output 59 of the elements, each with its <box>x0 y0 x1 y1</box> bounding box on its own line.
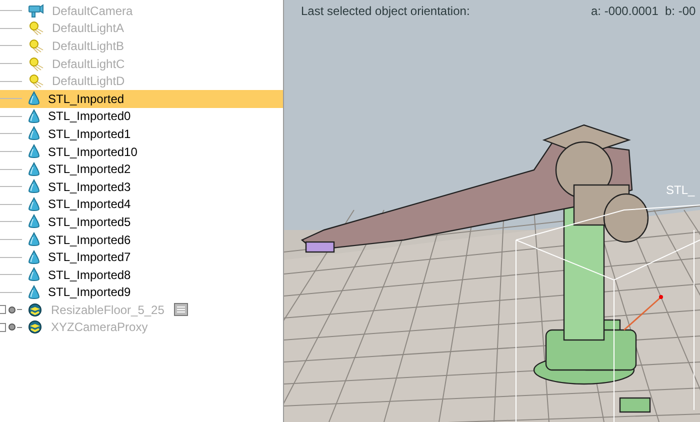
tree-item[interactable]: STL_Imported3 <box>0 178 283 196</box>
light-bulb-icon <box>28 21 44 36</box>
item-label: STL_Imported0 <box>48 109 131 124</box>
drop-icon <box>28 126 40 142</box>
axis-marker <box>624 295 663 331</box>
drop-icon <box>28 250 40 265</box>
item-label: DefaultCamera <box>52 4 133 18</box>
item-label: STL_Imported5 <box>48 214 131 229</box>
light-bulb-icon <box>28 56 44 71</box>
dot-icon <box>8 306 16 314</box>
tree-item[interactable]: STL_Imported4 <box>0 196 283 214</box>
item-label: DefaultLightB <box>52 38 124 53</box>
item-label: ResizableFloor_5_25 <box>51 302 164 317</box>
item-label: STL_Imported7 <box>48 250 131 264</box>
dot-icon <box>8 323 16 332</box>
tree-item[interactable]: STL_Imported0 <box>0 108 283 126</box>
item-label: STL_Imported8 <box>48 268 131 282</box>
drop-icon <box>28 144 40 160</box>
drop-icon <box>28 267 40 282</box>
item-label: XYZCameraProxy <box>51 320 148 334</box>
item-label: STL_Imported10 <box>48 144 138 159</box>
tree-item[interactable]: STL_Imported <box>0 90 283 108</box>
model-icon <box>27 320 43 334</box>
item-label: STL_Imported3 <box>48 180 131 194</box>
tree-item[interactable]: STL_Imported7 <box>0 248 283 266</box>
drop-icon <box>28 108 40 124</box>
drop-icon <box>28 284 40 300</box>
tree-item[interactable]: STL_Imported9 <box>0 284 283 302</box>
drop-icon <box>28 162 40 177</box>
light-bulb-icon <box>28 38 44 53</box>
item-label: STL_Imported1 <box>48 126 131 141</box>
tree-item[interactable]: STL_Imported1 <box>0 125 283 143</box>
item-label: STL_Imported6 <box>48 232 131 247</box>
item-label: STL_Imported9 <box>48 285 131 300</box>
model-icon <box>27 302 43 317</box>
drop-icon <box>28 214 40 230</box>
tree-item[interactable]: STL_Imported8 <box>0 266 283 284</box>
light-bulb-icon <box>28 74 44 88</box>
object-tag: STL_ <box>666 183 695 197</box>
camera-icon <box>28 4 44 18</box>
drop-icon <box>28 179 40 194</box>
drop-icon <box>28 232 40 248</box>
info-value: b: -00 <box>665 4 696 18</box>
tree-item[interactable]: STL_Imported6 <box>0 230 283 248</box>
script-icon[interactable] <box>174 303 188 316</box>
tree-item[interactable]: STL_Imported10 <box>0 142 283 160</box>
item-label: STL_Imported4 <box>48 197 131 212</box>
item-label: DefaultLightD <box>52 74 125 88</box>
3d-viewport[interactable]: Last selected object orientation: a: -000.0001 b: -00 STL_ <box>284 0 700 422</box>
item-label: DefaultLightA <box>52 21 124 36</box>
item-label: STL_Imported <box>48 92 124 106</box>
item-label: STL_Imported2 <box>48 162 131 176</box>
item-label: DefaultLightC <box>52 56 125 71</box>
info-value: a: -000.0001 <box>591 4 660 18</box>
tree-item[interactable]: STL_Imported5 <box>0 213 283 231</box>
tree-item[interactable]: STL_Imported2 <box>0 160 283 178</box>
info-label: Last selected object orientation: <box>301 4 471 18</box>
drop-icon <box>28 196 40 212</box>
drop-icon <box>28 91 40 106</box>
